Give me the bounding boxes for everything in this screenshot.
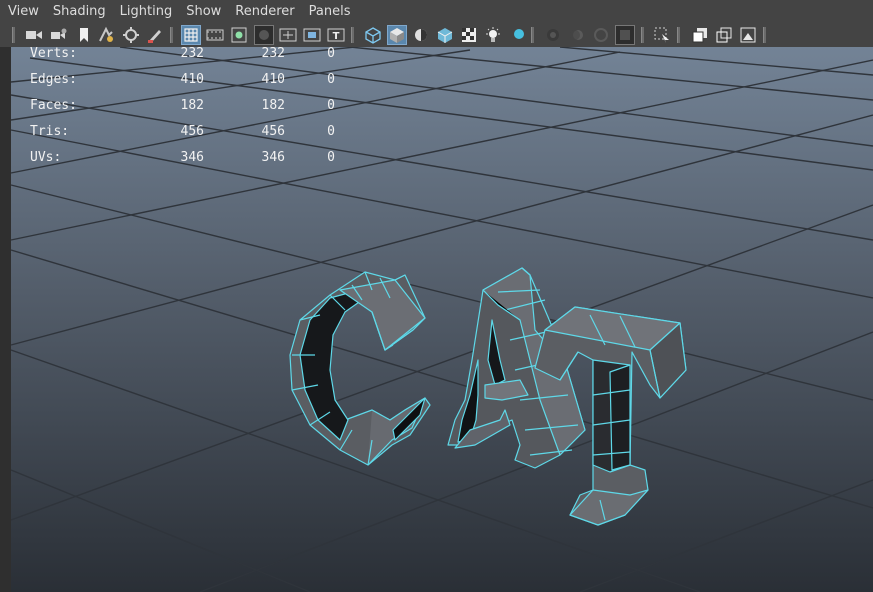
grease-pencil-icon[interactable] xyxy=(145,25,165,45)
hud-row-uvs: UVs: 346 346 0 xyxy=(30,150,350,176)
poly-count-hud: Verts: 232 232 0 Edges: 410 410 0 Faces:… xyxy=(30,46,350,176)
hud-value-scene: 182 xyxy=(180,98,204,113)
hud-value-components: 0 xyxy=(327,150,335,165)
field-chart-icon[interactable] xyxy=(278,25,298,45)
toolbar-separator xyxy=(351,27,354,43)
panel-toolbar: T xyxy=(0,24,873,47)
bookmark-icon[interactable] xyxy=(74,25,94,45)
toolbar-separator xyxy=(531,27,534,43)
menu-renderer[interactable]: Renderer xyxy=(227,0,300,24)
2d-pan-zoom-icon[interactable] xyxy=(121,25,141,45)
grid-icon[interactable] xyxy=(181,25,201,45)
hud-value-selected: 232 xyxy=(261,46,285,61)
safe-action-icon[interactable] xyxy=(302,25,322,45)
hud-value-scene: 232 xyxy=(180,46,204,61)
image-plane-icon[interactable] xyxy=(96,25,116,45)
viewport-left-border xyxy=(0,47,11,592)
xray-icon[interactable] xyxy=(690,25,710,45)
motion-blur-icon[interactable] xyxy=(567,25,587,45)
hud-value-components: 0 xyxy=(327,46,335,61)
hud-value-selected: 410 xyxy=(261,72,285,87)
hud-row-verts: Verts: 232 232 0 xyxy=(30,46,350,72)
hud-value-scene: 346 xyxy=(180,150,204,165)
svg-text:T: T xyxy=(333,31,340,42)
xray-joints-icon[interactable] xyxy=(714,25,734,45)
toolbar-separator xyxy=(12,27,15,43)
gate-mask-icon[interactable] xyxy=(254,25,274,45)
multisample-aa-icon[interactable] xyxy=(591,25,611,45)
hud-value-selected: 182 xyxy=(261,98,285,113)
hud-label: Tris: xyxy=(30,124,70,139)
shadows-icon[interactable] xyxy=(507,25,527,45)
isolate-select-icon[interactable] xyxy=(652,25,672,45)
hud-value-scene: 410 xyxy=(180,72,204,87)
use-all-lights-icon[interactable] xyxy=(483,25,503,45)
toolbar-separator xyxy=(641,27,644,43)
hud-label: Faces: xyxy=(30,98,77,113)
hud-value-selected: 346 xyxy=(261,150,285,165)
camera-attributes-icon[interactable] xyxy=(49,25,69,45)
panel-menu-bar: View Shading Lighting Show Renderer Pane… xyxy=(0,0,873,24)
hud-row-faces: Faces: 182 182 0 xyxy=(30,98,350,124)
xray-active-components-icon[interactable] xyxy=(738,25,758,45)
hud-value-scene: 456 xyxy=(180,124,204,139)
camera-select-icon[interactable] xyxy=(24,25,44,45)
hud-value-components: 0 xyxy=(327,98,335,113)
menu-panels[interactable]: Panels xyxy=(301,0,357,24)
menu-show[interactable]: Show xyxy=(178,0,227,24)
hud-value-selected: 456 xyxy=(261,124,285,139)
use-default-material-icon[interactable] xyxy=(411,25,431,45)
resolution-gate-icon[interactable] xyxy=(229,25,249,45)
menu-lighting[interactable]: Lighting xyxy=(112,0,179,24)
wireframe-icon[interactable] xyxy=(363,25,383,45)
hud-value-components: 0 xyxy=(327,124,335,139)
screen-space-ambient-occlusion-icon[interactable] xyxy=(543,25,563,45)
hud-value-components: 0 xyxy=(327,72,335,87)
maya-viewport-panel: View Shading Lighting Show Renderer Pane… xyxy=(0,0,873,592)
depth-of-field-icon[interactable] xyxy=(615,25,635,45)
hud-row-tris: Tris: 456 456 0 xyxy=(30,124,350,150)
wireframe-on-shaded-icon[interactable] xyxy=(435,25,455,45)
toolbar-separator xyxy=(677,27,680,43)
toolbar-separator xyxy=(170,27,173,43)
hud-label: Edges: xyxy=(30,72,77,87)
menu-view[interactable]: View xyxy=(0,0,45,24)
smooth-shade-icon[interactable] xyxy=(387,25,407,45)
hud-label: Verts: xyxy=(30,46,77,61)
film-gate-icon[interactable] xyxy=(205,25,225,45)
hud-row-edges: Edges: 410 410 0 xyxy=(30,72,350,98)
textured-icon[interactable] xyxy=(459,25,479,45)
menu-shading[interactable]: Shading xyxy=(45,0,112,24)
safe-title-icon[interactable]: T xyxy=(326,25,346,45)
toolbar-separator xyxy=(763,27,766,43)
hud-label: UVs: xyxy=(30,150,62,165)
